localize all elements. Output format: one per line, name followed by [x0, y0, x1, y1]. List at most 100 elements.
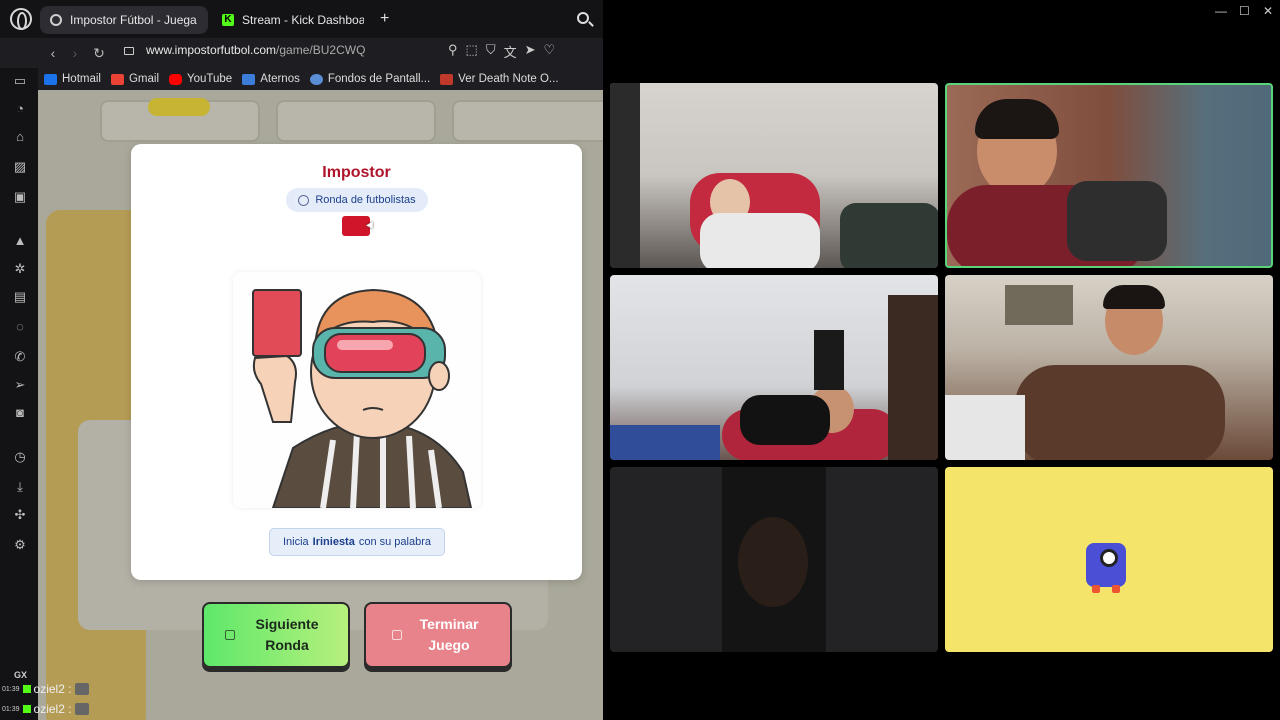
video-call-window: — ☐ ✕ [605, 0, 1280, 720]
telegram-icon[interactable]: ➢ [13, 378, 27, 392]
twitch-icon[interactable]: ▤ [13, 290, 27, 304]
tab-search-icon[interactable] [577, 12, 589, 24]
chat-time: 01:39 [2, 705, 20, 713]
maximize-button[interactable]: ☐ [1239, 4, 1250, 18]
participant-video-4[interactable] [945, 275, 1273, 460]
participant-video-1[interactable] [610, 83, 938, 268]
background-card [452, 100, 603, 142]
new-tab-button[interactable]: + [380, 10, 389, 28]
kick-favicon-icon: K [222, 14, 234, 26]
history-icon[interactable]: ◷ [13, 450, 27, 464]
browser-window: Impostor Fútbol - Juega c K Stream - Kic… [0, 0, 603, 720]
avatar-mascot-icon [1082, 537, 1132, 593]
chat-line: 01:39 oziel2 : [2, 702, 89, 716]
translate-icon[interactable]: 文 [504, 42, 517, 61]
bookmark-death-note[interactable]: Ver Death Note O... [440, 73, 559, 85]
forward-button[interactable]: › [64, 45, 86, 61]
chat-line: 01:39 oziel2 : [2, 682, 89, 696]
back-button[interactable]: ‹ [42, 45, 64, 61]
home-icon[interactable]: ⌂ [13, 130, 27, 144]
messenger-icon[interactable]: ◌ [13, 320, 27, 334]
settings-icon[interactable]: ⚙ [13, 538, 27, 552]
download-icon[interactable]: ⤓ [13, 480, 27, 494]
gmail-icon [110, 73, 124, 85]
tab-impostor-futbol[interactable]: Impostor Fútbol - Juega c [40, 6, 208, 34]
bookmark-label: YouTube [187, 73, 233, 85]
youtube-icon [169, 73, 183, 85]
url-host: www.impostorfutbol.com [146, 43, 277, 57]
participant-video-5[interactable] [610, 467, 938, 652]
start-message: Inicia Iriniesta con su palabra [269, 528, 445, 556]
url-path: /game/BU2CWQ [276, 43, 366, 57]
tab-kick-dashboard[interactable]: K Stream - Kick Dashboard [212, 6, 374, 34]
heart-icon[interactable]: ♡ [544, 42, 556, 61]
chat-time: 01:39 [2, 685, 20, 693]
address-bar: ‹ › ↻ www.impostorfutbol.com/game/BU2CWQ… [38, 38, 603, 68]
modal-title: Impostor [322, 164, 391, 181]
end-game-button[interactable]: Terminar Juego [364, 602, 512, 668]
browser-sidebar: ▭ ◔ ⌂ ▨ ▣ ▲ ✲ ▤ ◌ ✆ ➢ ◙ ◷ ⤓ ✣ ⚙ [0, 68, 38, 720]
screen: Impostor Fútbol - Juega c K Stream - Kic… [0, 0, 1280, 720]
tab-label: Stream - Kick Dashboard [242, 13, 364, 27]
extensions-icon[interactable]: ✣ [13, 508, 27, 522]
participant-avatar-tile[interactable] [945, 467, 1273, 652]
bookmark-aternos[interactable]: Aternos [242, 73, 300, 85]
url-field[interactable]: www.impostorfutbol.com/game/BU2CWQ [146, 43, 365, 57]
end-game-label: Terminar Juego [419, 616, 479, 653]
next-round-button[interactable]: Siguiente Ronda [202, 602, 350, 668]
next-round-label: Siguiente Ronda [255, 616, 319, 653]
start-prefix: Inicia [282, 536, 309, 548]
pin-icon[interactable]: ⚲ [448, 42, 458, 61]
background-badge [148, 98, 210, 116]
kick-badge-icon [22, 685, 31, 693]
snapshot-icon[interactable]: ⬚ [466, 42, 478, 61]
bookmark-label: Ver Death Note O... [458, 73, 559, 85]
speed-icon[interactable]: ◔ [13, 102, 27, 116]
bookmark-fondos[interactable]: Fondos de Pantall... [309, 73, 431, 85]
background-card [276, 100, 436, 142]
referee-illustration [233, 272, 481, 509]
lock-icon [124, 47, 134, 55]
bookmarks-bar: Hotmail Gmail YouTube Aternos Fondos de … [38, 68, 603, 90]
chatgpt-icon[interactable]: ✲ [13, 262, 27, 276]
door-icon [392, 630, 402, 640]
hotmail-icon [44, 73, 57, 85]
bookmark-hotmail[interactable]: Hotmail [44, 73, 101, 85]
opera-logo-icon[interactable] [10, 8, 32, 30]
bookmark-label: Aternos [260, 73, 300, 85]
stream-chat-overlay: 01:39 oziel2 : 01:39 oziel2 : [0, 680, 120, 720]
minimize-button[interactable]: — [1215, 4, 1227, 18]
chat-user: oziel2 : [33, 702, 72, 716]
globe-icon [298, 194, 310, 206]
bookmark-gmail[interactable]: Gmail [110, 73, 160, 85]
tab-bar: Impostor Fútbol - Juega c K Stream - Kic… [0, 0, 603, 38]
bookmark-youtube[interactable]: YouTube [169, 73, 232, 85]
bookmark-label: Gmail [128, 73, 160, 85]
round-label: Ronda de futbolistas [315, 194, 416, 206]
aria-icon[interactable]: ▲ [13, 234, 27, 248]
shield-icon[interactable]: ⛉ [486, 42, 496, 61]
address-actions: ⚲ ⬚ ⛉ 文 ➤ ♡ [448, 42, 555, 61]
impostor-modal: Impostor Ronda de futbolistas Inicia Iri… [131, 144, 582, 580]
close-button[interactable]: ✕ [1263, 4, 1273, 18]
bookmark-label: Fondos de Pantall... [327, 73, 431, 85]
discord-icon[interactable]: ◙ [13, 406, 27, 420]
whatsapp-icon[interactable]: ✆ [13, 350, 27, 364]
emote-icon [74, 683, 89, 695]
participant-video-3[interactable] [610, 275, 938, 460]
participant-video-2-speaking[interactable] [945, 83, 1273, 268]
referee-drawing [252, 288, 473, 509]
reload-button[interactable]: ↻ [88, 45, 110, 62]
chat-user: oziel2 : [33, 682, 72, 696]
site-favicon-icon [50, 14, 62, 26]
mod-icon[interactable]: ▣ [13, 190, 27, 204]
round-badge: Ronda de futbolistas [286, 188, 428, 212]
gaming-icon[interactable]: ▭ [13, 74, 27, 88]
eye-icon [309, 73, 323, 85]
game-page: Impostor Ronda de futbolistas Inicia Iri… [38, 90, 603, 720]
wallpaper-icon[interactable]: ▨ [13, 160, 27, 174]
send-icon[interactable]: ➤ [525, 42, 536, 61]
af-icon [440, 73, 454, 85]
start-suffix: con su palabra [358, 536, 432, 548]
aternos-icon [242, 73, 256, 85]
